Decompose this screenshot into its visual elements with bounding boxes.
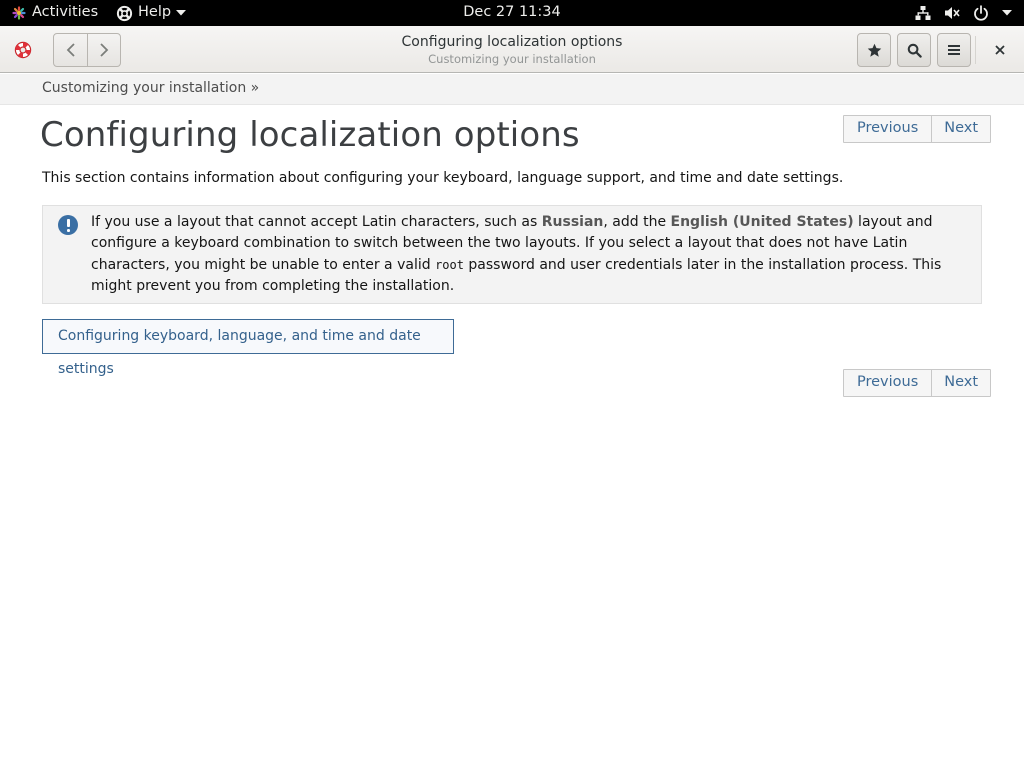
back-button[interactable]: [54, 34, 87, 66]
system-status-area[interactable]: [915, 0, 1012, 26]
lifebuoy-icon: [116, 5, 133, 21]
next-button[interactable]: Next: [931, 116, 990, 142]
help-menu-label: Help: [138, 4, 172, 20]
breadcrumb-bar: Customizing your installation »: [0, 74, 1024, 105]
code-root: root: [435, 257, 464, 272]
intro-paragraph: This section contains information about …: [42, 170, 844, 186]
search-icon: [907, 43, 922, 58]
chevron-down-icon: [176, 10, 187, 16]
header-separator: [975, 36, 976, 64]
history-navigation: [53, 33, 121, 67]
help-lifebuoy-icon: [14, 41, 32, 59]
important-note: If you use a layout that cannot accept L…: [42, 205, 982, 304]
next-button[interactable]: Next: [931, 370, 990, 396]
gnome-top-bar: Activities Help Dec 27 11:34: [0, 0, 1024, 26]
emphasis-russian: Russian: [541, 214, 604, 230]
menu-button[interactable]: [937, 33, 971, 67]
back-icon: [66, 43, 75, 57]
window-header-bar: Configuring localization options Customi…: [0, 26, 1024, 73]
activities-button[interactable]: Activities: [12, 0, 98, 26]
pager-bottom: Previous Next: [843, 369, 992, 397]
network-icon: [915, 6, 931, 20]
breadcrumb-link[interactable]: Customizing your installation »: [42, 80, 259, 96]
help-app-icon: [12, 6, 26, 20]
search-button[interactable]: [897, 33, 931, 67]
note-text: If you use a layout that cannot accept L…: [91, 212, 971, 297]
pager-top: Previous Next: [843, 115, 992, 143]
previous-button[interactable]: Previous: [844, 370, 931, 396]
note-text-part: , add the: [603, 214, 671, 230]
note-text-part: If you use a layout that cannot accept L…: [91, 214, 542, 230]
power-icon: [974, 5, 988, 21]
bookmark-button[interactable]: [857, 33, 891, 67]
chevron-down-icon: [1002, 10, 1012, 16]
emphasis-english-us: English (United States): [670, 214, 854, 230]
close-icon: [995, 45, 1005, 55]
activities-label: Activities: [32, 4, 99, 20]
forward-icon: [100, 43, 109, 57]
important-icon: [58, 215, 78, 235]
previous-button[interactable]: Previous: [844, 116, 931, 142]
bookmark-star-icon: [867, 43, 881, 57]
help-app-menu[interactable]: Help: [116, 0, 187, 26]
close-button[interactable]: [988, 38, 1012, 62]
page-title: Configuring localization options: [40, 115, 580, 155]
forward-button[interactable]: [87, 34, 120, 66]
clock[interactable]: Dec 27 11:34: [463, 4, 561, 20]
volume-muted-icon: [945, 7, 960, 19]
menu-icon: [948, 45, 960, 55]
section-link-keyboard-language-time[interactable]: Configuring keyboard, language, and time…: [42, 319, 454, 377]
